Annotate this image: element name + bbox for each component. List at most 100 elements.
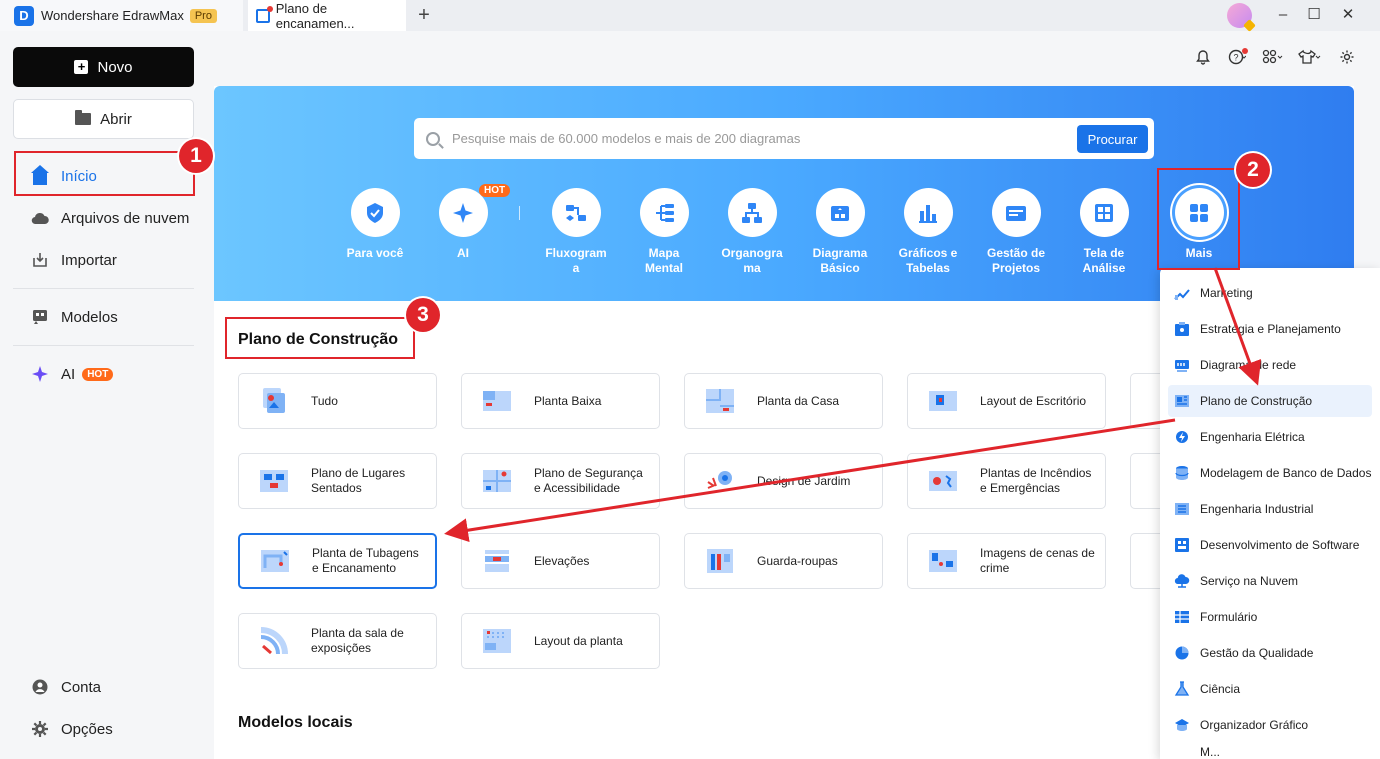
- more-icon: [1173, 745, 1191, 759]
- minimize-button[interactable]: –: [1271, 4, 1295, 26]
- template-tile[interactable]: Plano de Lugares Sentados: [238, 453, 437, 509]
- template-tile[interactable]: Planta da sala de exposições: [238, 613, 437, 669]
- close-button[interactable]: ✕: [1336, 4, 1360, 26]
- category-org-chart[interactable]: Organogra ma: [712, 188, 792, 276]
- category-charts[interactable]: Gráficos e Tabelas: [888, 188, 968, 276]
- graphic-organizer-icon: [1173, 716, 1191, 734]
- document-tab[interactable]: Plano de encanamen...: [248, 0, 406, 31]
- flowchart-icon: [551, 188, 601, 237]
- sparkle-icon: [31, 365, 49, 383]
- search-input[interactable]: [452, 131, 1052, 146]
- quality-icon: [1173, 644, 1191, 662]
- tile-label: Guarda-roupas: [757, 553, 838, 568]
- category-analysis-canvas[interactable]: Tela de Análise: [1064, 188, 1144, 276]
- template-tile[interactable]: Layout da planta: [461, 613, 660, 669]
- for-you-icon: [350, 188, 400, 237]
- template-tile[interactable]: Planta Baixa: [461, 373, 660, 429]
- tile-label: Planta Baixa: [534, 393, 602, 408]
- open-button[interactable]: Abrir: [13, 99, 194, 139]
- tile-label: Planta de Tubagens e Encanamento: [312, 546, 419, 575]
- app-tab[interactable]: D Wondershare EdrawMax Pro: [0, 0, 243, 31]
- plant-layout-icon: [482, 626, 512, 656]
- title-bar: D Wondershare EdrawMax Pro Plano de enca…: [0, 0, 1380, 31]
- dropdown-item-more[interactable]: M...: [1168, 745, 1372, 759]
- apps-icon[interactable]: [1262, 49, 1284, 69]
- garden-design-icon: [705, 466, 735, 496]
- dropdown-item-database[interactable]: Modelagem de Banco de Dados: [1168, 457, 1372, 489]
- industrial-icon: [1173, 500, 1191, 518]
- sidebar-item-options[interactable]: Opções: [15, 708, 195, 750]
- dropdown-item-cloud[interactable]: Serviço na Nuvem: [1168, 565, 1372, 597]
- category-label: Fluxogram a: [545, 246, 607, 275]
- category-for-you[interactable]: Para você: [335, 188, 415, 261]
- dropdown-item-network[interactable]: Diagrama de rede: [1168, 349, 1372, 381]
- template-tile[interactable]: Layout de Escritório: [907, 373, 1106, 429]
- seating-plan-icon: [259, 466, 289, 496]
- crime-scene-icon: [928, 546, 958, 576]
- sidebar-item-ai[interactable]: AI HOT: [15, 353, 195, 395]
- category-label: Organogra ma: [721, 246, 783, 275]
- house-plan-icon: [705, 386, 735, 416]
- plumbing-plan-icon: [260, 546, 290, 576]
- category-mind-map[interactable]: Mapa Mental: [624, 188, 704, 276]
- sidebar-item-templates[interactable]: Modelos: [15, 296, 195, 338]
- template-tile[interactable]: Plantas de Incêndios e Emergências: [907, 453, 1106, 509]
- document-icon: [256, 5, 273, 23]
- dropdown-item-form[interactable]: Formulário: [1168, 601, 1372, 633]
- maximize-button[interactable]: ☐: [1302, 4, 1326, 26]
- search-button[interactable]: Procurar: [1077, 125, 1148, 153]
- dropdown-item-marketing[interactable]: Marketing: [1168, 277, 1372, 309]
- basic-diagram-icon: [815, 188, 865, 237]
- template-tile[interactable]: Tudo: [238, 373, 437, 429]
- sidebar: + Novo Abrir Início Arquivos de nuvem Im…: [0, 31, 210, 759]
- template-tile[interactable]: Imagens de cenas de crime: [907, 533, 1106, 589]
- template-tile[interactable]: Guarda-roupas: [684, 533, 883, 589]
- sidebar-item-import[interactable]: Importar: [15, 239, 195, 281]
- dropdown-item-graphic-organizer[interactable]: Organizador Gráfico: [1168, 709, 1372, 741]
- category-ai[interactable]: AI: [423, 188, 503, 261]
- template-tile[interactable]: Design de Jardim: [684, 453, 883, 509]
- ai-sparkle-icon: [438, 188, 488, 237]
- dropdown-item-electrical[interactable]: Engenharia Elétrica: [1168, 421, 1372, 453]
- dropdown-item-software[interactable]: Desenvolvimento de Software: [1168, 529, 1372, 561]
- dropdown-item-strategy[interactable]: Estratégia e Planejamento: [1168, 313, 1372, 345]
- shirt-icon[interactable]: [1298, 49, 1321, 69]
- user-avatar[interactable]: [1227, 3, 1252, 28]
- sidebar-item-cloud[interactable]: Arquivos de nuvem: [15, 197, 195, 239]
- category-label: Gráficos e Tabelas: [898, 246, 958, 275]
- dropdown-item-building-plan[interactable]: Plano de Construção: [1168, 385, 1372, 417]
- dropdown-item-science[interactable]: Ciência: [1168, 673, 1372, 705]
- template-tile[interactable]: Planta da Casa: [684, 373, 883, 429]
- annotation-number-3: 3: [406, 298, 440, 332]
- wardrobe-icon: [705, 546, 735, 576]
- category-separator: [519, 206, 520, 220]
- import-icon: [31, 251, 49, 269]
- bell-icon[interactable]: [1192, 49, 1214, 69]
- category-label: Gestão de Projetos: [986, 246, 1046, 275]
- database-icon: [1173, 464, 1191, 482]
- sidebar-item-account[interactable]: Conta: [15, 666, 195, 708]
- sidebar-item-label: Opções: [61, 720, 113, 738]
- template-tile[interactable]: Elevações: [461, 533, 660, 589]
- bar-chart-icon: [903, 188, 953, 237]
- category-basic-diagram[interactable]: Diagrama Básico: [800, 188, 880, 276]
- tile-label: Imagens de cenas de crime: [980, 546, 1095, 575]
- templates-icon: [31, 308, 49, 326]
- dropdown-item-industrial[interactable]: Engenharia Industrial: [1168, 493, 1372, 525]
- tile-label: Plano de Lugares Sentados: [311, 466, 406, 495]
- new-button[interactable]: + Novo: [13, 47, 194, 87]
- category-project-management[interactable]: Gestão de Projetos: [976, 188, 1056, 276]
- category-flowchart[interactable]: Fluxogram a: [536, 188, 616, 276]
- template-tile[interactable]: Plano de Segurança e Acessibilidade: [461, 453, 660, 509]
- settings-icon[interactable]: [1336, 49, 1358, 69]
- add-tab-button[interactable]: +: [414, 4, 434, 26]
- more-categories-dropdown: Marketing Estratégia e Planejamento Diag…: [1160, 268, 1380, 759]
- annotation-number-1: 1: [179, 139, 213, 173]
- local-templates-title: Modelos locais: [238, 714, 353, 731]
- template-tile-selected[interactable]: Planta de Tubagens e Encanamento: [238, 533, 437, 589]
- category-label: Diagrama Básico: [812, 246, 868, 275]
- category-label: Tela de Análise: [1082, 246, 1126, 275]
- dropdown-item-quality[interactable]: Gestão da Qualidade: [1168, 637, 1372, 669]
- network-icon: [1173, 356, 1191, 374]
- sidebar-item-label: Modelos: [61, 308, 118, 326]
